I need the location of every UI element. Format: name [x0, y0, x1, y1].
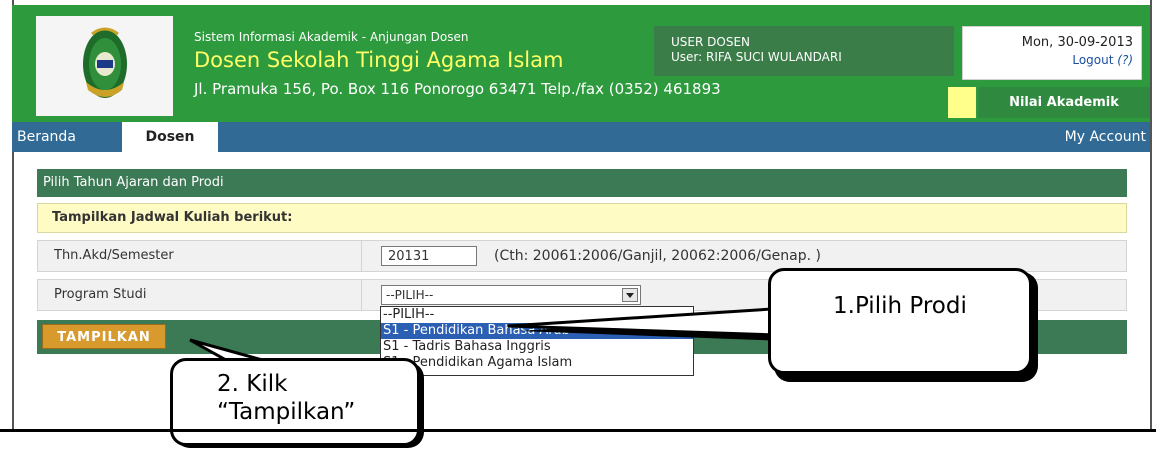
- callout-step-2-line-1: 2. Kilk: [217, 371, 288, 397]
- callout-step-1-text: 1.Pilih Prodi: [833, 293, 967, 319]
- callout-step-2-line-2: “Tampilkan”: [217, 399, 356, 425]
- callout-step-1: 1.Pilih Prodi: [768, 268, 1032, 374]
- callout-step-2: 2. Kilk “Tampilkan”: [170, 358, 420, 446]
- bottom-border: [0, 429, 1156, 432]
